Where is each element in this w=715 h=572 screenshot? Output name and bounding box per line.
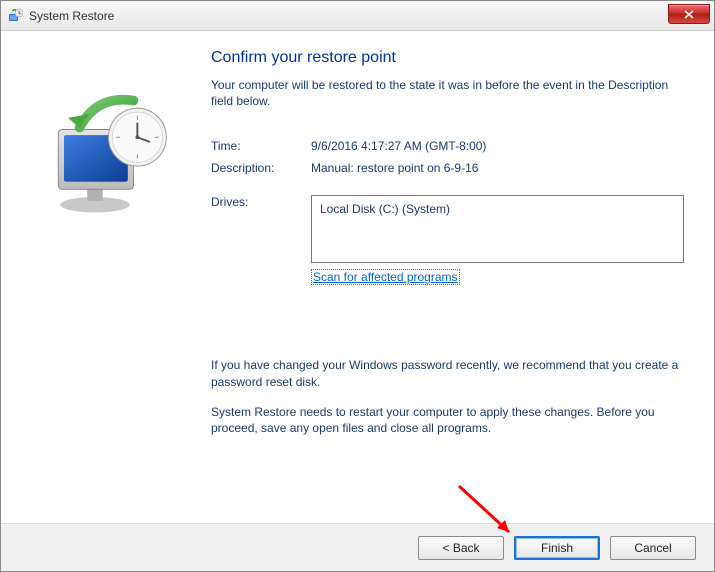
drives-row: Drives: Local Disk (C:) (System)	[211, 195, 684, 263]
time-value: 9/6/2016 4:17:27 AM (GMT-8:00)	[311, 139, 684, 153]
footer-buttons: < Back Finish Cancel	[1, 523, 714, 571]
notes: If you have changed your Windows passwor…	[211, 357, 684, 436]
cancel-button[interactable]: Cancel	[610, 536, 696, 560]
description-label: Description:	[211, 161, 311, 175]
drives-listbox[interactable]: Local Disk (C:) (System)	[311, 195, 684, 263]
app-icon	[7, 8, 23, 24]
scan-affected-link[interactable]: Scan for affected programs	[311, 269, 460, 285]
client-area: Confirm your restore point Your computer…	[1, 31, 714, 571]
password-note: If you have changed your Windows passwor…	[211, 357, 684, 389]
body: Confirm your restore point Your computer…	[1, 31, 714, 523]
back-button[interactable]: < Back	[418, 536, 504, 560]
close-button[interactable]	[668, 4, 710, 24]
restart-note: System Restore needs to restart your com…	[211, 404, 684, 436]
drive-item[interactable]: Local Disk (C:) (System)	[320, 202, 675, 216]
description-row: Description: Manual: restore point on 6-…	[211, 161, 684, 175]
content-pane: Confirm your restore point Your computer…	[201, 49, 694, 523]
page-heading: Confirm your restore point	[211, 49, 684, 67]
left-pane	[11, 49, 201, 523]
system-restore-icon	[39, 89, 174, 224]
system-restore-window: System Restore	[0, 0, 715, 572]
time-label: Time:	[211, 139, 311, 153]
scan-link-row: Scan for affected programs	[311, 269, 684, 285]
titlebar: System Restore	[1, 1, 714, 31]
intro-text: Your computer will be restored to the st…	[211, 77, 684, 109]
drives-label: Drives:	[211, 195, 311, 263]
time-row: Time: 9/6/2016 4:17:27 AM (GMT-8:00)	[211, 139, 684, 153]
finish-button[interactable]: Finish	[514, 536, 600, 560]
window-title: System Restore	[29, 9, 114, 23]
description-value: Manual: restore point on 6-9-16	[311, 161, 684, 175]
